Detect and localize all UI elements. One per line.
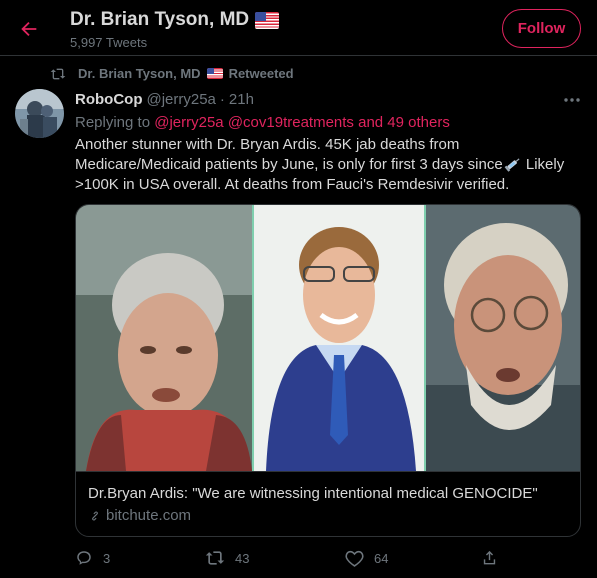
others-link[interactable]: and 49 others [358, 114, 450, 131]
us-flag-icon [255, 11, 280, 29]
card-domain: bitchute.com [106, 507, 192, 524]
link-icon [92, 511, 98, 520]
retweeter-name[interactable]: Dr. Brian Tyson, MD [78, 66, 201, 81]
retweet-context: Dr. Brian Tyson, MD Retweeted [50, 66, 294, 81]
syringe-icon [504, 158, 520, 172]
tweet-header: RoboCop @jerry25a · 21h [75, 91, 254, 108]
separator: · [219, 91, 225, 108]
like-button[interactable]: 64 [345, 549, 388, 567]
back-button[interactable] [12, 12, 46, 46]
card-title: Dr.Bryan Ardis: "We are witnessing inten… [88, 485, 538, 502]
replying-prefix: Replying to [75, 114, 151, 131]
username[interactable]: RoboCop [75, 91, 142, 108]
tweet-text-part: Another stunner with Dr. Bryan Ardis. 45… [75, 136, 503, 173]
like-count: 64 [374, 550, 389, 566]
retweet-icon [50, 68, 66, 79]
retweet-count: 43 [235, 550, 250, 566]
more-icon [564, 98, 580, 102]
link-card[interactable]: Dr.Bryan Ardis: "We are witnessing inten… [75, 204, 581, 537]
tweet-text: Another stunner with Dr. Bryan Ardis. 45… [75, 135, 580, 195]
timestamp[interactable]: 21h [229, 91, 254, 108]
tweet-actions: 3 43 64 [75, 549, 505, 571]
more-button[interactable] [560, 90, 584, 110]
tweet-count: 5,997 Tweets [70, 35, 148, 50]
mention-link[interactable]: @jerry25a [154, 114, 223, 131]
card-meta: Dr.Bryan Ardis: "We are witnessing inten… [76, 471, 580, 536]
card-image [76, 205, 580, 471]
retweeted-label: Retweeted [228, 66, 294, 81]
card-domain-row: bitchute.com [88, 507, 570, 524]
avatar[interactable] [15, 89, 64, 138]
replying-to: Replying to @jerry25a @cov19treatments a… [75, 114, 450, 131]
profile-name: Dr. Brian Tyson, MD [70, 9, 250, 30]
reply-button[interactable]: 3 [75, 549, 110, 567]
us-flag-icon [206, 68, 223, 79]
mention-link[interactable]: @cov19treatments [228, 114, 354, 131]
share-button[interactable] [481, 549, 498, 567]
retweet-icon [205, 551, 225, 565]
share-icon [483, 550, 496, 565]
retweet-button[interactable]: 43 [205, 549, 249, 567]
user-handle[interactable]: @jerry25a [146, 91, 215, 108]
profile-header: Dr. Brian Tyson, MD 5,997 Tweets Follow [0, 0, 597, 56]
like-icon [345, 550, 364, 567]
reply-icon [77, 551, 91, 565]
follow-button[interactable]: Follow [502, 9, 581, 48]
back-arrow-icon [21, 21, 37, 37]
reply-count: 3 [103, 550, 111, 566]
